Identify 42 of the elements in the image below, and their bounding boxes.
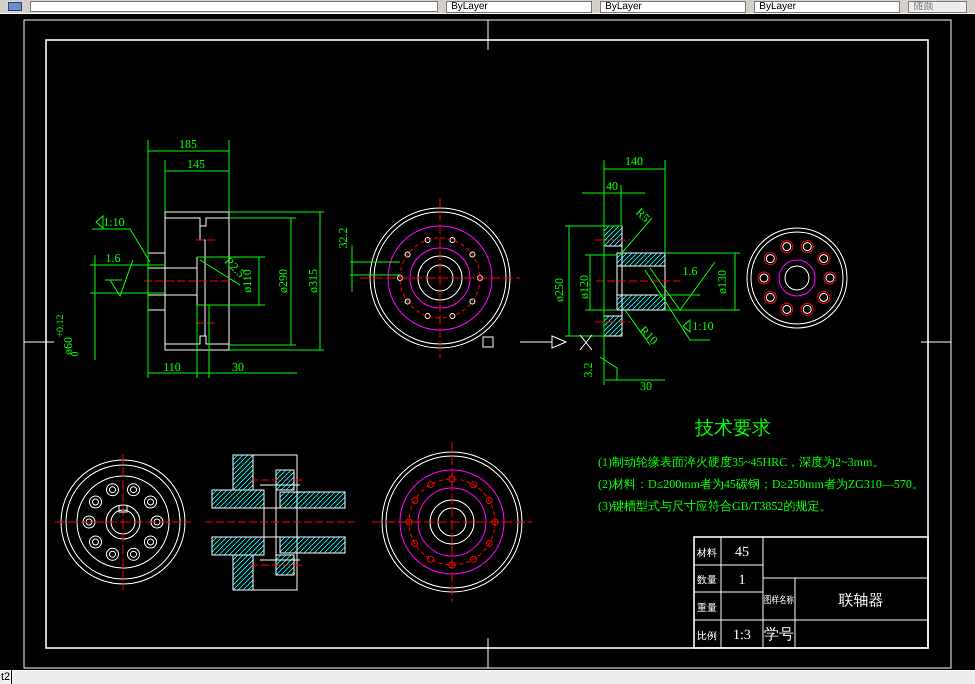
dimension-label: 110	[163, 360, 181, 374]
dimension-label: 1:10	[692, 319, 714, 333]
table-label: 学号	[764, 627, 794, 643]
table-label: 材料	[697, 548, 717, 559]
bylayer-dropdown[interactable]: ByLayer	[754, 0, 900, 12]
table-label: 重量	[697, 603, 717, 614]
dimension-label: 32.2	[336, 228, 350, 248]
dimension-label: 3.2	[581, 362, 595, 378]
dimension-label: R5	[632, 205, 653, 226]
dimension-label: 185	[179, 137, 197, 151]
dimension-label: 1.6	[106, 251, 120, 265]
table-label: 比例	[697, 631, 717, 642]
layers-icon[interactable]	[8, 2, 22, 11]
dimension-label: 145	[187, 157, 205, 171]
dimension-label: ø120	[577, 275, 591, 299]
table-value: 1:3	[733, 628, 751, 643]
requirement-text: (3)键槽型式与尺寸应符合GB/T3852的规定。	[598, 499, 832, 513]
table-label: 图样名称	[764, 595, 804, 606]
table-value: 45	[735, 545, 749, 560]
table-value: 1	[738, 573, 746, 588]
layout-tab[interactable]: t2	[0, 668, 12, 684]
dimension-label: 30	[640, 379, 652, 393]
dimension-label: 40	[606, 179, 618, 193]
requirements-title: 技术要求	[695, 418, 771, 439]
dimension-label: R10	[636, 323, 661, 348]
dimension-label: 140	[625, 154, 643, 168]
dimension-label: ø130	[715, 270, 729, 294]
dimension-label: ø290	[276, 269, 290, 293]
bylayer-dropdown[interactable]: ByLayer	[600, 0, 746, 12]
dimension-label: ø250	[552, 278, 566, 302]
dimension-label: 1:10	[103, 215, 125, 229]
dimension-label: 0	[70, 352, 81, 356]
drawing-name: 联轴器	[838, 593, 884, 609]
dimension-label: ø315	[306, 269, 320, 293]
dimension-label: +0.12	[55, 314, 66, 338]
cursor-pickbox	[482, 336, 494, 348]
bylayer-dropdown[interactable]: ByLayer	[446, 0, 592, 12]
dimension-label: 1.6	[682, 264, 698, 278]
requirement-text: (2)材料：D≤200mm者为45碳钢；D≥250mm者为ZG310—570。	[598, 477, 924, 491]
table-label: 数量	[697, 575, 717, 586]
requirement-text: (1)制动轮缘表面淬火硬度35~45HRC，深度为2~3mm。	[598, 455, 884, 469]
dimension-label: 30	[232, 360, 244, 374]
